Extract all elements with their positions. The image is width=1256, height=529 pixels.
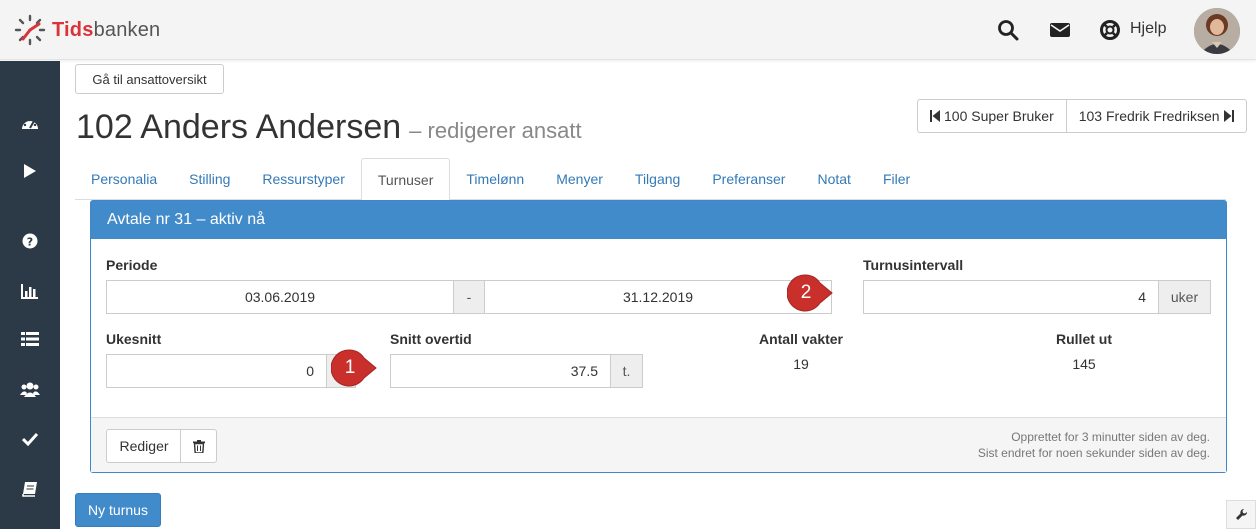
question-icon[interactable]: ? — [0, 229, 60, 253]
callout-number: 2 — [800, 282, 812, 303]
dashboard-icon[interactable] — [0, 111, 60, 135]
lifebuoy-icon[interactable] — [1098, 18, 1122, 42]
trash-icon — [192, 439, 205, 453]
rolled-out-label: Rullet ut — [1056, 331, 1112, 347]
created-info: Opprettet for 3 minutter siden av deg. — [1011, 430, 1210, 444]
period-from-input[interactable]: 03.06.2019 — [106, 280, 454, 314]
book-icon[interactable] — [0, 477, 60, 501]
agreement-panel: Avtale nr 31 – aktiv nå Periode 03.06.20… — [90, 200, 1227, 473]
tab-preferanser[interactable]: Preferanser — [696, 158, 801, 200]
logo-text-part2: banken — [93, 18, 161, 41]
search-icon[interactable] — [996, 18, 1020, 42]
next-employee-button[interactable]: 103 Fredrik Fredriksen — [1066, 99, 1247, 133]
agreement-footer — [91, 417, 1226, 472]
agreement-heading: Avtale nr 31 – aktiv nå — [91, 201, 1226, 239]
week-average-label: Ukesnitt — [106, 331, 162, 347]
interval-label: Turnusintervall — [863, 257, 964, 273]
step-backward-icon — [930, 110, 940, 122]
tab-notat[interactable]: Notat — [801, 158, 866, 200]
bar-chart-icon[interactable] — [0, 279, 60, 303]
sidebar: ? — [0, 61, 60, 529]
logo-text-part1: Tids — [52, 18, 94, 41]
period-separator: - — [453, 280, 485, 314]
edit-agreement-button[interactable]: Rediger — [106, 429, 182, 463]
svg-text:?: ? — [27, 236, 33, 249]
overtime-unit: t. — [610, 354, 643, 388]
period-to-input[interactable]: 31.12.2019 — [484, 280, 832, 314]
new-rota-button[interactable]: Ny turnus — [75, 493, 161, 527]
prev-employee-label: 100 Super Bruker — [944, 108, 1054, 124]
tab-stilling[interactable]: Stilling — [173, 158, 246, 200]
callout-number: 1 — [344, 357, 356, 378]
prev-employee-button[interactable]: 100 Super Bruker — [917, 99, 1067, 133]
users-icon[interactable] — [0, 377, 60, 401]
rolled-out-value: 145 — [1072, 356, 1096, 372]
callout-marker-2: 2 — [787, 274, 833, 312]
logo-clock-icon — [14, 14, 46, 46]
tab-filer[interactable]: Filer — [867, 158, 926, 200]
callout-marker-1: 1 — [331, 349, 377, 387]
interval-input[interactable]: 4 — [863, 280, 1159, 314]
step-forward-icon — [1223, 110, 1234, 122]
employee-tabs: Personalia Stilling Ressurstyper Turnuse… — [75, 158, 1226, 201]
wrench-icon[interactable] — [1226, 500, 1256, 529]
overtime-input[interactable]: 37.5 — [390, 354, 611, 388]
shift-count-value: 19 — [793, 356, 809, 372]
check-icon[interactable] — [0, 427, 60, 451]
tidsbanken-logo[interactable]: Tidsbanken — [14, 14, 160, 46]
user-avatar[interactable] — [1194, 8, 1240, 54]
top-bar: Tidsbanken Hjelp — [0, 0, 1256, 60]
week-average-input[interactable]: 0 — [106, 354, 327, 388]
logo-text: Tidsbanken — [52, 19, 160, 42]
help-link[interactable]: Hjelp — [1130, 20, 1166, 38]
tab-turnuser[interactable]: Turnuser — [360, 158, 451, 201]
changed-info: Sist endret for noen sekunder siden av d… — [977, 446, 1210, 460]
tab-ressurstyper[interactable]: Ressurstyper — [246, 158, 360, 200]
employee-pager: 100 Super Bruker 103 Fredrik Fredriksen — [917, 99, 1247, 133]
shift-count-label: Antall vakter — [758, 331, 844, 347]
envelope-icon[interactable] — [1048, 18, 1072, 42]
tab-menyer[interactable]: Menyer — [540, 158, 619, 200]
tab-tilgang[interactable]: Tilgang — [619, 158, 696, 200]
delete-agreement-button[interactable] — [180, 429, 217, 463]
period-label: Periode — [106, 257, 158, 273]
back-to-employees-button[interactable]: Gå til ansattoversikt — [75, 64, 224, 94]
list-icon[interactable] — [0, 327, 60, 351]
tab-personalia[interactable]: Personalia — [75, 158, 173, 200]
interval-unit: uker — [1158, 280, 1211, 314]
overtime-label: Snitt overtid — [390, 331, 472, 347]
page-subtitle: – redigerer ansatt — [409, 118, 582, 143]
next-employee-label: 103 Fredrik Fredriksen — [1078, 108, 1220, 124]
employee-name: 102 Anders Andersen — [76, 108, 402, 146]
tab-timelonn[interactable]: Timelønn — [450, 158, 540, 200]
play-icon[interactable] — [0, 159, 60, 183]
page-title: 102 Anders Andersen – redigerer ansatt — [76, 108, 582, 147]
